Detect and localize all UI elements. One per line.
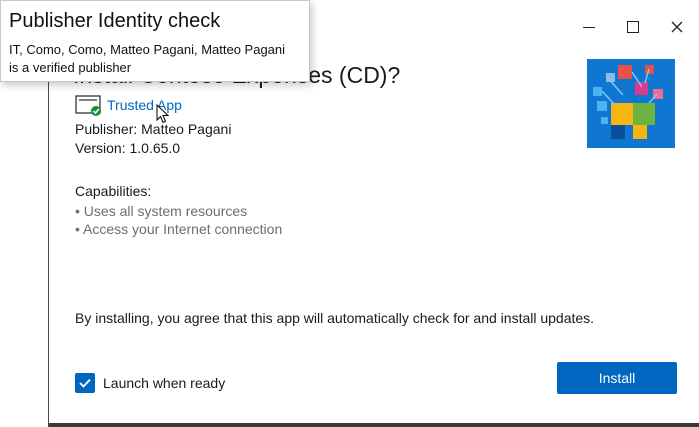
- close-icon: [671, 18, 683, 37]
- publisher-identity-tooltip: Publisher Identity check IT, Como, Como,…: [0, 0, 310, 82]
- tooltip-publisher-details: IT, Como, Como, Matteo Pagani, Matteo Pa…: [9, 42, 286, 57]
- capabilities-heading: Capabilities:: [75, 183, 152, 199]
- mouse-cursor-icon: [156, 103, 170, 129]
- minimize-icon: [583, 26, 595, 28]
- maximize-icon: [627, 21, 639, 33]
- version-text: Version: 1.0.65.0: [75, 140, 181, 156]
- auto-update-notice: By installing, you agree that this app w…: [75, 310, 595, 326]
- close-button[interactable]: [659, 12, 695, 42]
- capability-item: • Uses all system resources: [75, 203, 248, 219]
- taskbar-edge: [49, 423, 699, 427]
- launch-label: Launch when ready: [103, 375, 226, 391]
- install-button[interactable]: Install: [557, 362, 677, 394]
- certificate-icon: [75, 94, 103, 116]
- publisher-text: Publisher: Matteo Pagani: [75, 121, 232, 137]
- launch-when-ready-row[interactable]: Launch when ready: [75, 373, 225, 393]
- capability-item: • Access your Internet connection: [75, 221, 283, 237]
- maximize-button[interactable]: [615, 12, 651, 42]
- launch-checkbox[interactable]: [75, 373, 95, 393]
- tooltip-title: Publisher Identity check: [9, 10, 221, 32]
- checkmark-icon: [79, 378, 91, 388]
- trusted-app-link[interactable]: Trusted App: [107, 97, 182, 113]
- minimize-button[interactable]: [571, 12, 607, 42]
- contoso-logo-icon: [587, 59, 675, 148]
- tooltip-verified-text: is a verified publisher: [9, 60, 132, 75]
